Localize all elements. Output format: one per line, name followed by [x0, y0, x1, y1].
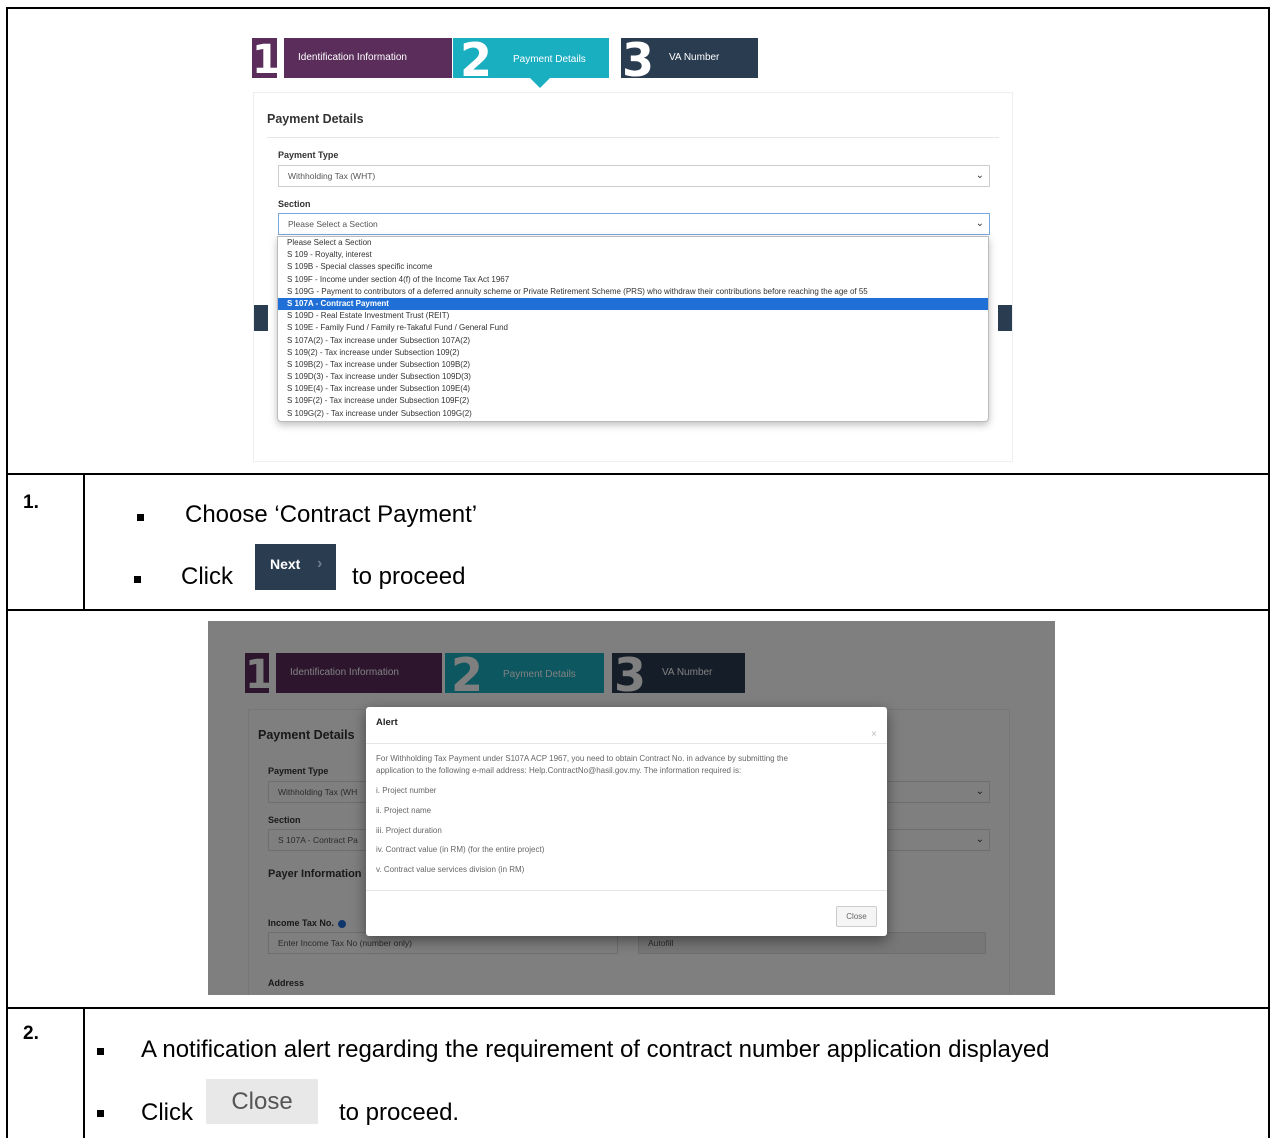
- section-option[interactable]: S 109G(2) - Tax increase under Subsectio…: [278, 408, 988, 420]
- step-identification[interactable]: Identification Information: [284, 38, 452, 78]
- bullet-icon: [97, 1048, 104, 1055]
- section-option[interactable]: S 107A - Contract Payment: [278, 297, 988, 311]
- next-button[interactable]: Next ›: [255, 544, 336, 590]
- section-option[interactable]: S 109E - Family Fund / Family re-Takaful…: [278, 322, 988, 334]
- alert-item: iii. Project duration: [376, 826, 442, 835]
- section-option[interactable]: S 109B - Special classes specific income: [278, 261, 988, 273]
- wizard-steps: 1 Identification Information 2 Payment D…: [252, 33, 758, 88]
- prev-button-edge[interactable]: [254, 305, 268, 331]
- screenshot-section-dropdown: 1 Identification Information 2 Payment D…: [245, 32, 1021, 462]
- alert-title: Alert: [376, 717, 398, 728]
- column-divider: [83, 1007, 85, 1138]
- alert-close-button[interactable]: Close: [836, 906, 877, 927]
- step-number-1: 1: [252, 37, 280, 83]
- close-button[interactable]: Close: [206, 1079, 318, 1124]
- section-label: Section: [278, 199, 311, 209]
- bullet-icon: [97, 1110, 104, 1117]
- next-button-label: Next: [270, 556, 301, 572]
- row-divider: [8, 473, 1268, 475]
- step-number: 2.: [23, 1023, 39, 1044]
- section-option[interactable]: S 107A(2) - Tax increase under Subsectio…: [278, 335, 988, 347]
- section-option[interactable]: S 109E(4) - Tax increase under Subsectio…: [278, 383, 988, 395]
- payment-type-label: Payment Type: [278, 150, 339, 160]
- alert-modal: Alert × For Withholding Tax Payment unde…: [366, 707, 887, 936]
- step-payment-details[interactable]: Payment Details: [499, 38, 609, 78]
- payment-type-select[interactable]: Withholding Tax (WHT) ⌄: [278, 165, 990, 187]
- section-option[interactable]: S 109 - Royalty, interest: [278, 249, 988, 261]
- section-option[interactable]: S 109B(2) - Tax increase under Subsectio…: [278, 359, 988, 371]
- active-step-pointer: [530, 78, 550, 88]
- row-divider: [8, 609, 1268, 611]
- close-icon[interactable]: ×: [871, 729, 877, 740]
- section-option[interactable]: S 109G - Payment to contributors of a de…: [278, 286, 988, 298]
- instruction-proceed-label: to proceed: [352, 563, 466, 590]
- step-va-number[interactable]: VA Number: [655, 38, 758, 78]
- section-dropdown-list[interactable]: Please Select a Section S 109 - Royalty, …: [277, 236, 989, 422]
- section-select[interactable]: Please Select a Section ⌄: [278, 213, 990, 235]
- chevron-right-icon: ›: [317, 555, 323, 572]
- panel-title: Payment Details: [267, 112, 364, 126]
- step-number-3: 3: [621, 33, 655, 87]
- section-option[interactable]: Please Select a Section: [278, 237, 988, 249]
- instruction-alert-displayed: A notification alert regarding the requi…: [141, 1036, 1050, 1063]
- section-option[interactable]: S 109(2) - Tax increase under Subsection…: [278, 347, 988, 359]
- section-value: Please Select a Section: [288, 219, 378, 229]
- instruction-choose-contract-payment: Choose ‘Contract Payment’: [185, 501, 478, 528]
- screenshot-alert-modal: 1 Identification Information 2 Payment D…: [208, 621, 1055, 995]
- row-divider: [8, 1007, 1268, 1009]
- bullet-icon: [137, 514, 144, 521]
- section-option[interactable]: S 109F - Income under section 4(f) of th…: [278, 274, 988, 286]
- step-number-2: 2: [453, 37, 499, 83]
- chevron-down-icon: ⌄: [975, 218, 984, 229]
- next-button-edge[interactable]: [998, 305, 1012, 331]
- bullet-icon: [134, 576, 141, 583]
- instruction-proceed-label: to proceed.: [339, 1099, 460, 1126]
- column-divider: [83, 473, 85, 609]
- alert-item: v. Contract value services division (in …: [376, 865, 525, 874]
- alert-item: ii. Project name: [376, 806, 432, 815]
- alert-item: iv. Contract value (in RM) (for the enti…: [376, 845, 545, 854]
- section-option[interactable]: S 109F(2) - Tax increase under Subsectio…: [278, 395, 988, 407]
- alert-body-line-2: application to the following e-mail addr…: [376, 766, 742, 775]
- section-option[interactable]: S 109D(3) - Tax increase under Subsectio…: [278, 371, 988, 383]
- title-divider: [267, 137, 999, 138]
- payment-type-value: Withholding Tax (WHT): [288, 171, 376, 181]
- modal-header-divider: [366, 743, 887, 744]
- section-option[interactable]: S 109D - Real Estate Investment Trust (R…: [278, 310, 988, 322]
- instruction-click-label: Click: [181, 563, 233, 590]
- modal-footer-divider: [366, 890, 887, 891]
- chevron-down-icon: ⌄: [975, 170, 984, 181]
- alert-body-line-1: For Withholding Tax Payment under S107A …: [376, 754, 788, 763]
- step-number: 1.: [23, 492, 39, 513]
- instruction-click-label: Click: [141, 1099, 193, 1126]
- alert-item: i. Project number: [376, 786, 437, 795]
